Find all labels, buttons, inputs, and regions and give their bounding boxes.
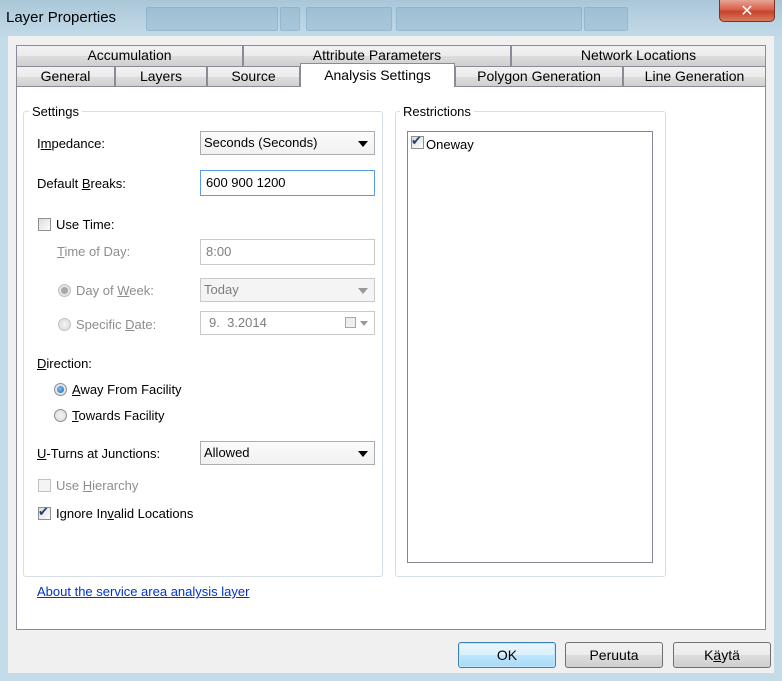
tab-label: Line Generation xyxy=(644,68,745,84)
use-time-checkbox[interactable] xyxy=(38,218,51,231)
chevron-down-icon xyxy=(358,141,368,147)
u-turns-dropdown[interactable]: Allowed xyxy=(200,441,375,465)
towards-facility-radio[interactable] xyxy=(54,409,67,422)
restrictions-group-title: Restrictions xyxy=(400,104,474,119)
default-breaks-input[interactable]: 600 900 1200 xyxy=(200,170,375,196)
calendar-icon xyxy=(345,317,356,328)
time-of-day-label: Time of Day: xyxy=(57,244,131,259)
layer-properties-window: Layer Properties ✕ Accumulation Attribut… xyxy=(0,0,782,681)
impedance-value: Seconds (Seconds) xyxy=(204,135,318,150)
about-service-area-link[interactable]: About the service area analysis layer xyxy=(37,584,249,600)
tab-accumulation[interactable]: Accumulation xyxy=(16,45,243,66)
tab-label: Network Locations xyxy=(580,47,697,63)
tab-layers[interactable]: Layers xyxy=(115,66,207,87)
away-from-facility-label: Away From Facility xyxy=(72,382,182,397)
ignore-invalid-locations-label: Ignore Invalid Locations xyxy=(56,506,194,521)
impedance-dropdown[interactable]: Seconds (Seconds) xyxy=(200,131,375,155)
tab-network-locations[interactable]: Network Locations xyxy=(511,45,766,66)
u-turns-label: U-Turns at Junctions: xyxy=(37,446,161,461)
day-of-week-radio[interactable] xyxy=(58,284,71,297)
window-title: Layer Properties xyxy=(6,9,117,26)
day-of-week-value: Today xyxy=(204,282,239,297)
direction-label: Direction: xyxy=(37,356,92,371)
u-turns-value: Allowed xyxy=(204,445,250,460)
specific-date-label: Specific Date: xyxy=(76,317,157,332)
specific-date-picker[interactable]: 9. 3.2014 xyxy=(200,311,375,335)
tab-polygon-generation[interactable]: Polygon Generation xyxy=(455,66,623,87)
day-of-week-label: Day of Week: xyxy=(76,283,154,298)
time-of-day-value: 8:00 xyxy=(206,244,232,259)
towards-facility-label: Towards Facility xyxy=(72,408,165,423)
radio-dot xyxy=(57,386,64,393)
background-toolbar-ghost xyxy=(146,7,278,31)
apply-button[interactable]: Käytä xyxy=(673,642,771,668)
specific-date-value: 9. 3.2014 xyxy=(209,315,267,330)
tab-label: Layers xyxy=(139,68,183,84)
oneway-checkbox[interactable]: ✔ xyxy=(411,134,424,149)
default-breaks-value: 600 900 1200 xyxy=(206,175,286,190)
checkmark-icon: ✔ xyxy=(411,134,422,149)
settings-group-title: Settings xyxy=(29,104,82,119)
tab-label: Attribute Parameters xyxy=(312,47,442,63)
tab-line-generation[interactable]: Line Generation xyxy=(623,66,766,87)
away-from-facility-radio[interactable] xyxy=(54,383,67,396)
background-toolbar-ghost xyxy=(306,7,392,31)
time-of-day-input[interactable]: 8:00 xyxy=(200,239,375,265)
checkmark-icon: ✔ xyxy=(38,505,49,520)
radio-dot xyxy=(61,287,68,294)
close-icon: ✕ xyxy=(740,1,754,20)
default-breaks-label: Default Breaks: xyxy=(37,176,126,191)
restrictions-list[interactable]: ✔ Oneway xyxy=(407,131,653,563)
tab-general[interactable]: General xyxy=(16,66,115,87)
background-toolbar-ghost xyxy=(396,7,582,31)
impedance-label: Impedance: xyxy=(37,136,105,151)
specific-date-radio[interactable] xyxy=(58,318,71,331)
chevron-down-icon xyxy=(358,288,368,294)
chevron-down-icon xyxy=(360,321,368,326)
day-of-week-dropdown[interactable]: Today xyxy=(200,278,375,302)
ignore-invalid-locations-checkbox[interactable]: ✔ xyxy=(38,505,51,520)
ok-button[interactable]: OK xyxy=(458,642,556,668)
tab-label: General xyxy=(40,68,91,84)
tab-label: Polygon Generation xyxy=(477,68,601,84)
close-button[interactable]: ✕ xyxy=(719,0,775,22)
list-item[interactable]: ✔ Oneway xyxy=(411,134,611,152)
cancel-button[interactable]: Peruuta xyxy=(565,642,663,668)
use-hierarchy-label: Use Hierarchy xyxy=(56,478,139,493)
tab-source[interactable]: Source xyxy=(207,66,300,87)
tab-label: Source xyxy=(231,68,276,84)
background-toolbar-ghost xyxy=(584,7,628,31)
chevron-down-icon xyxy=(358,451,368,457)
tab-analysis-settings[interactable]: Analysis Settings xyxy=(300,63,455,87)
oneway-label: Oneway xyxy=(426,137,474,152)
title-bar[interactable]: Layer Properties ✕ xyxy=(0,0,782,36)
use-time-label: Use Time: xyxy=(56,217,115,232)
tab-label: Accumulation xyxy=(87,47,172,63)
background-toolbar-ghost xyxy=(280,7,300,31)
tab-label: Analysis Settings xyxy=(324,67,431,83)
use-hierarchy-checkbox[interactable] xyxy=(38,479,51,492)
